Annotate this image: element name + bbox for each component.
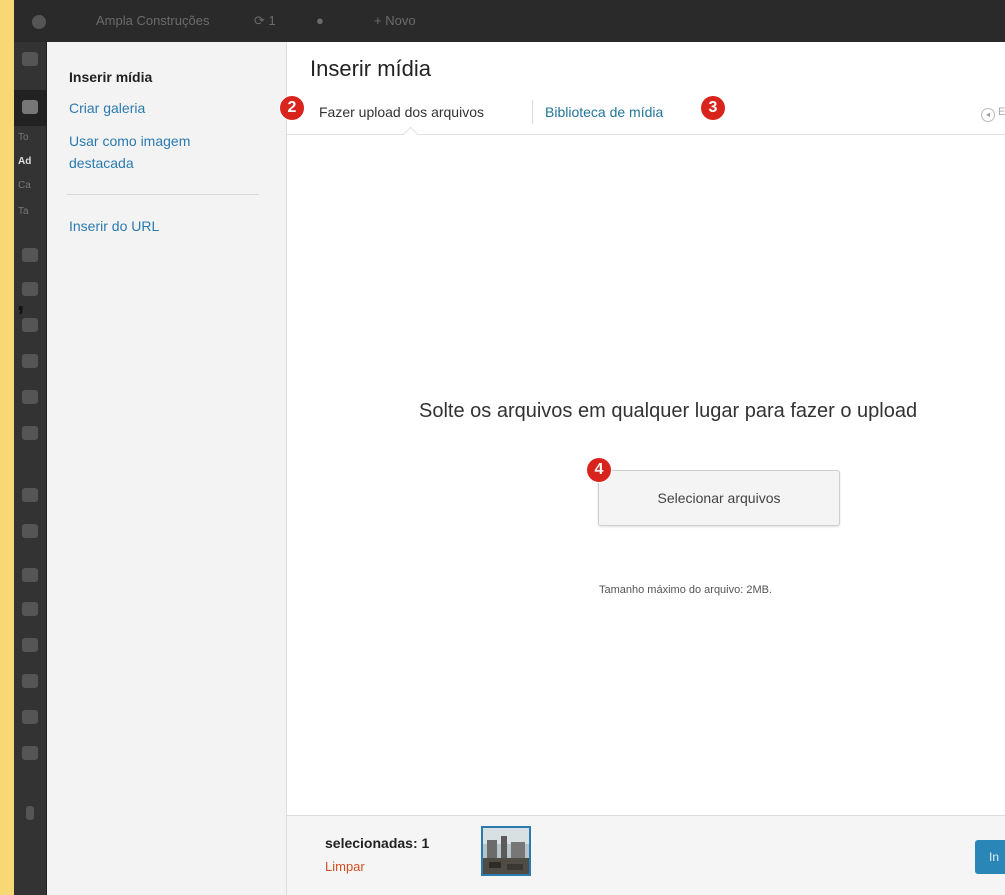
plus-icon: + (374, 13, 382, 28)
media-menu: Inserir mídia Criar galeria Usar como im… (47, 42, 287, 895)
settings-icon[interactable] (22, 524, 38, 538)
shield-icon[interactable] (22, 638, 38, 652)
appearance-icon[interactable] (22, 354, 38, 368)
clear-selection-link[interactable]: Limpar (325, 859, 365, 874)
media-icon[interactable] (22, 248, 38, 262)
callout-badge-3: 3 (701, 96, 725, 120)
admin-submenu-item[interactable]: Ad (18, 156, 31, 167)
tab-divider (532, 100, 533, 124)
dashboard-icon[interactable] (22, 52, 38, 66)
modal-title: Inserir mídia (310, 56, 432, 81)
menu-item-featured-image[interactable]: Usar como imagem destacada (69, 130, 229, 174)
updates-count: 1 (268, 13, 276, 28)
admin-submenu-item[interactable]: Ca (18, 180, 31, 191)
wordpress-logo-icon[interactable] (32, 0, 50, 42)
gallery-icon[interactable] (22, 602, 38, 616)
media-modal: Inserir mídia Criar galeria Usar como im… (47, 42, 1005, 895)
tab-upload-files[interactable]: Fazer upload dos arquivos (319, 102, 484, 122)
new-content-link[interactable]: + Novo (374, 0, 416, 42)
users-icon[interactable] (22, 426, 38, 440)
text-icon[interactable] (22, 674, 38, 688)
collapse-icon[interactable] (26, 806, 34, 820)
tab-media-library[interactable]: Biblioteca de mídia (545, 102, 663, 122)
plugins-icon[interactable] (22, 390, 38, 404)
comments-icon[interactable]: ● (316, 0, 324, 42)
tools-icon[interactable] (22, 488, 38, 502)
media-toolbar: selecionadas: 1 Limpar In (287, 815, 1005, 895)
insert-button[interactable]: In (975, 840, 1005, 874)
admin-sidebar: To Ad Ca Ta (14, 42, 46, 895)
back-arrow-icon[interactable]: ◂ (981, 108, 995, 122)
menu-item-create-gallery[interactable]: Criar galeria (69, 97, 269, 119)
menu-separator (67, 194, 259, 195)
select-files-button[interactable]: Selecionar arquivos (598, 470, 840, 526)
updates-link[interactable]: ⟳ 1 (254, 0, 276, 42)
screen: Ampla Construções ⟳ 1 ● + Novo To Ad Ca … (14, 0, 1005, 895)
pages-icon[interactable] (22, 282, 38, 296)
selection-count: selecionadas: 1 (325, 835, 430, 851)
media-router: Fazer upload dos arquivos Biblioteca de … (287, 94, 1005, 143)
menu-item-insert-from-url[interactable]: Inserir do URL (69, 215, 269, 237)
admin-submenu-item[interactable]: To (18, 132, 29, 143)
callout-badge-2: 2 (280, 96, 304, 120)
posts-icon[interactable] (22, 100, 38, 114)
grid-icon[interactable] (22, 710, 38, 724)
thumbnail-image (483, 828, 529, 874)
menu-icon[interactable] (22, 568, 38, 582)
active-tab-caret (402, 126, 419, 143)
max-upload-size: Tamanho máximo do arquivo: 2MB. (599, 584, 773, 596)
refresh-icon: ⟳ (254, 13, 265, 28)
menu-item-insert-media[interactable]: Inserir mídia (69, 66, 269, 88)
selected-thumbnail[interactable] (481, 826, 531, 876)
stray-mark: , (17, 286, 25, 316)
admin-submenu-item[interactable]: Ta (18, 206, 29, 217)
drop-instructions: Solte os arquivos em qualquer lugar para… (419, 400, 918, 422)
callout-badge-4: 4 (587, 458, 611, 482)
new-label: Novo (385, 13, 416, 28)
nav-back-text[interactable]: E (998, 106, 1005, 118)
forms-icon[interactable] (22, 746, 38, 760)
comments-menu-icon[interactable] (22, 318, 38, 332)
site-name-link[interactable]: Ampla Construções (96, 0, 209, 42)
admin-bar: Ampla Construções ⟳ 1 ● + Novo (14, 0, 1005, 42)
